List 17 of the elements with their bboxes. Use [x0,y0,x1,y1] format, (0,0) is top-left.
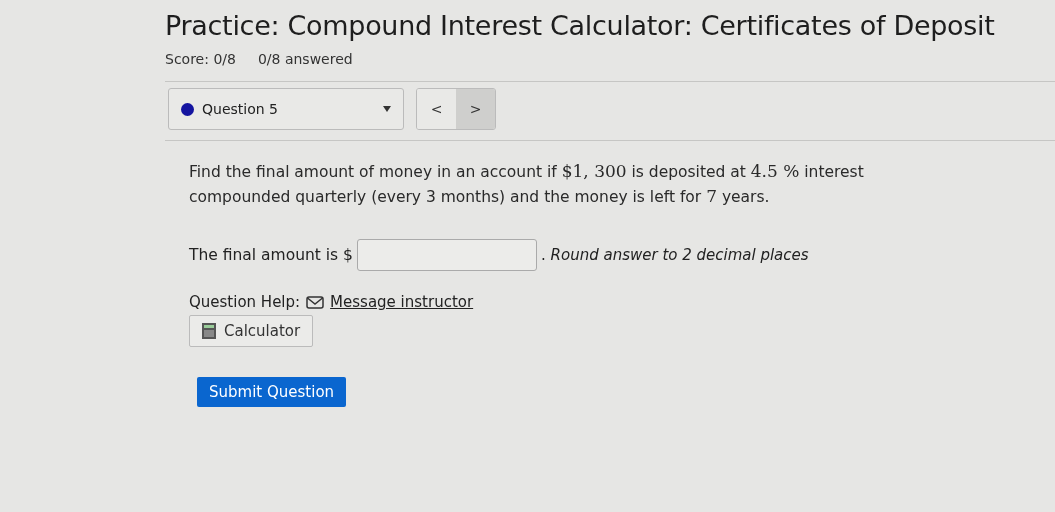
answer-label: The final amount is $ [189,246,353,264]
next-button[interactable]: > [456,89,495,129]
page-title: Practice: Compound Interest Calculator: Certificates of Deposit [165,10,996,41]
calculator-icon [202,323,216,339]
help-label: Question Help: [189,293,301,311]
answer-field[interactable] [357,239,537,271]
status-dot-icon [181,102,194,116]
submit-button[interactable]: Submit Question [197,377,347,407]
calculator-button[interactable]: Calculator [189,315,314,347]
question-text: Find the final amount of money in an account if $1, 300 is deposited at 4.5 % interest compounded quarterly (every 3 months) and the money is left for 7 years. [189,160,865,208]
caret-icon [383,106,391,112]
rounding-hint: . Round answer to 2 decimal places [541,246,809,264]
question-dropdown[interactable]: Question 5 [168,88,404,130]
answered-count: 0/8 answered [257,51,353,67]
score-text: Score: 0/8 [165,51,236,67]
message-instructor-link[interactable]: Message instructor [330,293,474,311]
envelope-icon [306,295,325,309]
